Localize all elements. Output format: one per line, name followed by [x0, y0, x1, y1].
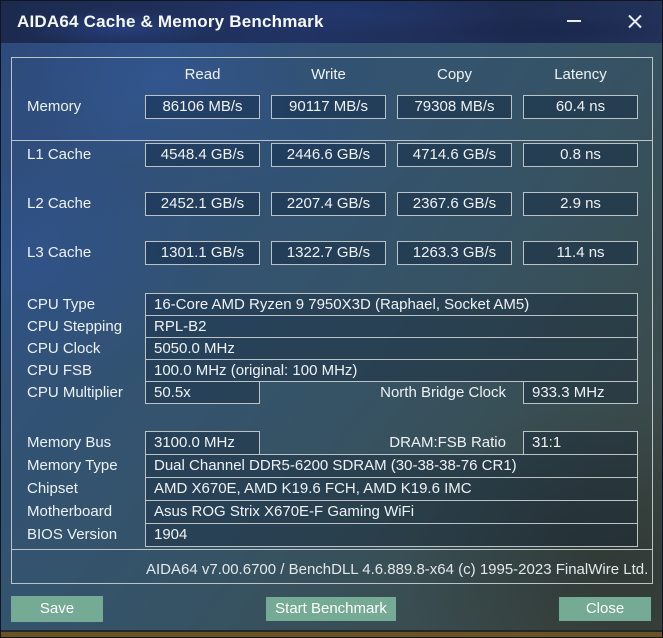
column-header-latency: Latency	[554, 66, 607, 83]
window-title: AIDA64 Cache & Memory Benchmark	[17, 12, 324, 31]
motherboard-value: Asus ROG Strix X670E-F Gaming WiFi	[145, 500, 638, 524]
label-bios-version: BIOS Version	[27, 526, 118, 543]
label-cpu-fsb: CPU FSB	[27, 362, 93, 379]
separator-under-memory-row	[12, 140, 652, 141]
close-window-button[interactable]	[617, 1, 653, 43]
aida64-benchmark-window: AIDA64 Cache & Memory Benchmark Read Wri…	[0, 0, 663, 638]
l1-copy-value: 4714.6 GB/s	[397, 143, 512, 167]
memory-bus-value: 3100.0 MHz	[145, 431, 260, 455]
cpu-type-value: 16-Core AMD Ryzen 9 7950X3D (Raphael, So…	[145, 293, 638, 316]
l1-write-value: 2446.6 GB/s	[271, 143, 386, 167]
minimize-icon	[567, 20, 581, 22]
label-cpu-clock: CPU Clock	[27, 340, 101, 357]
label-cpu-stepping: CPU Stepping	[27, 318, 123, 335]
row-label-l2-cache: L2 Cache	[27, 195, 92, 212]
close-button[interactable]: Close	[559, 597, 651, 621]
memory-type-value: Dual Channel DDR5-6200 SDRAM (30-38-38-7…	[145, 454, 638, 478]
memory-copy-value: 79308 MB/s	[397, 95, 512, 119]
l3-read-value: 1301.1 GB/s	[145, 241, 260, 265]
l1-read-value: 4548.4 GB/s	[145, 143, 260, 167]
memory-read-value: 86106 MB/s	[145, 95, 260, 119]
column-header-read: Read	[184, 66, 221, 83]
l3-latency-value: 11.4 ns	[523, 241, 638, 265]
label-north-bridge-clock: North Bridge Clock	[380, 384, 506, 401]
save-button[interactable]: Save	[11, 596, 103, 622]
memory-latency-value: 60.4 ns	[523, 95, 638, 119]
label-memory-bus: Memory Bus	[27, 434, 112, 451]
column-header-copy: Copy	[436, 66, 473, 83]
cpu-multiplier-value: 50.5x	[145, 381, 260, 404]
l3-copy-value: 1263.3 GB/s	[397, 241, 512, 265]
cpu-clock-value: 5050.0 MHz	[145, 337, 638, 360]
minimize-button[interactable]	[559, 1, 589, 43]
memory-write-value: 90117 MB/s	[271, 95, 386, 119]
label-chipset: Chipset	[27, 480, 78, 497]
l2-latency-value: 2.9 ns	[523, 192, 638, 216]
start-benchmark-button[interactable]: Start Benchmark	[266, 597, 396, 621]
bios-version-value: 1904	[145, 523, 638, 547]
label-memory-type: Memory Type	[27, 457, 118, 474]
version-text: AIDA64 v7.00.6700 / BenchDLL 4.6.889.8-x…	[146, 561, 649, 578]
cpu-stepping-value: RPL-B2	[145, 315, 638, 338]
l3-write-value: 1322.7 GB/s	[271, 241, 386, 265]
cpu-fsb-value: 100.0 MHz (original: 100 MHz)	[145, 359, 638, 382]
l1-latency-value: 0.8 ns	[523, 143, 638, 167]
label-cpu-type: CPU Type	[27, 296, 96, 313]
row-label-l1-cache: L1 Cache	[27, 146, 92, 163]
north-bridge-clock-value: 933.3 MHz	[523, 381, 638, 404]
bottom-accent-bar	[1, 630, 662, 637]
separator-above-version	[12, 549, 652, 550]
chipset-value: AMD X670E, AMD K19.6 FCH, AMD K19.6 IMC	[145, 477, 638, 501]
dram-fsb-ratio-value: 31:1	[523, 431, 638, 455]
title-bar[interactable]: AIDA64 Cache & Memory Benchmark	[1, 1, 662, 43]
l2-copy-value: 2367.6 GB/s	[397, 192, 512, 216]
row-label-l3-cache: L3 Cache	[27, 244, 92, 261]
close-icon	[627, 14, 642, 29]
label-motherboard: Motherboard	[27, 503, 113, 520]
label-cpu-multiplier: CPU Multiplier	[27, 384, 123, 401]
column-header-write: Write	[311, 66, 346, 83]
l2-read-value: 2452.1 GB/s	[145, 192, 260, 216]
label-dram-fsb-ratio: DRAM:FSB Ratio	[389, 434, 506, 451]
row-label-memory: Memory	[27, 98, 82, 115]
l2-write-value: 2207.4 GB/s	[271, 192, 386, 216]
